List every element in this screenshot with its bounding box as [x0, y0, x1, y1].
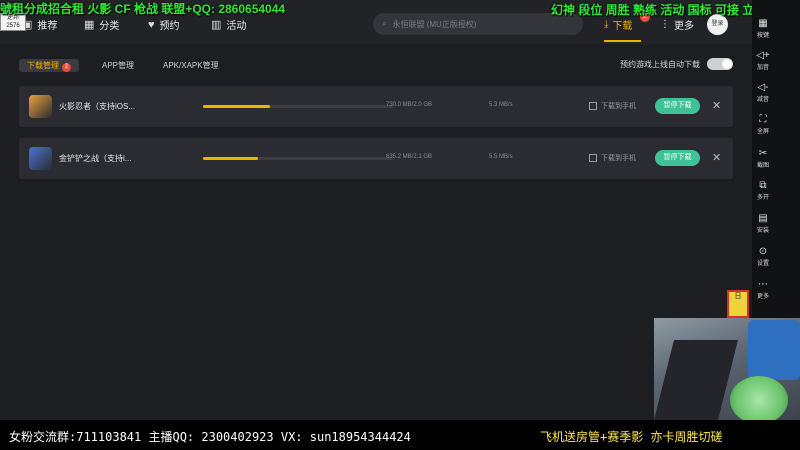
- overlay-ad-left: 號租分成招合租 火影 CF 枪战 联盟+QQ: 2860654044: [0, 2, 286, 16]
- nav-category[interactable]: ▦ 分类: [84, 17, 119, 32]
- sidebar-item-install[interactable]: ▤ 安装: [752, 213, 774, 234]
- multi-open-icon: ⧉: [759, 180, 767, 191]
- download-manage-badge: 2: [62, 63, 71, 72]
- nav-reserve-label: 预约: [159, 21, 180, 32]
- auto-download-label: 预约游戏上线自动下载: [620, 60, 700, 69]
- more-icon: ⋯: [758, 279, 768, 290]
- download-to-phone-label: 下载到手机: [601, 155, 636, 162]
- settings-icon: ⊙: [758, 246, 768, 257]
- download-size: 635.2 MB/2.1 GB: [386, 154, 433, 160]
- active-tab-indicator: [604, 40, 641, 42]
- sidebar-item-settings[interactable]: ⊙ 设置: [752, 246, 774, 267]
- sidebar-item-label: 全屏: [756, 129, 769, 135]
- subtab-apk-manage[interactable]: APK/XAPK管理: [163, 59, 219, 72]
- close-icon[interactable]: ✕: [712, 99, 721, 112]
- sidebar-item-more[interactable]: ⋯ 更多: [752, 279, 774, 300]
- download-to-phone-button[interactable]: 下载到手机: [589, 101, 636, 111]
- fullscreen-icon: ⛶: [759, 114, 767, 125]
- download-row: 金铲铲之战（支持i... 635.2 MB/2.1 GB 5.5 MB/s 下载…: [19, 138, 733, 179]
- download-icon: ⤓: [604, 19, 609, 30]
- heart-icon: ♥: [148, 18, 155, 31]
- keyboard-icon: ▦: [758, 18, 768, 29]
- overlay-promo-text: 飞机送房管+赛季影 亦卡周胜切磋: [540, 430, 723, 444]
- scissors-icon: ✂: [758, 148, 768, 159]
- overlay-ad-right: 幻神 段位 周胜 熟练 活动 国标 可接 立马打: [551, 3, 779, 17]
- volume-down-icon: ◁-: [757, 82, 769, 93]
- webcam-mousepad: [730, 376, 788, 424]
- sidebar-item-label: 加音: [756, 65, 769, 71]
- progress-fill: [203, 105, 270, 108]
- grid-icon: ▦: [84, 19, 95, 31]
- game-name: 金铲铲之战（支持i...: [59, 154, 132, 163]
- game-icon-tft[interactable]: [29, 147, 52, 170]
- stream-sticker: 日: [727, 290, 749, 318]
- webcam-keyboard: [654, 340, 738, 420]
- qr-code-icon: [589, 154, 597, 162]
- sidebar-item-screenshot[interactable]: ✂ 截图: [752, 148, 774, 169]
- close-icon[interactable]: ✕: [712, 151, 721, 164]
- tab-download-label: 下载: [612, 21, 633, 32]
- subtab-download-manage[interactable]: 下载管理 2: [19, 59, 79, 72]
- nav-activity-label: 活动: [226, 21, 247, 32]
- sidebar-item-label: 多开: [756, 195, 769, 201]
- download-to-phone-button[interactable]: 下载到手机: [589, 153, 636, 163]
- stream-logo-line2: 2576: [6, 23, 20, 29]
- nav-recommend[interactable]: ▣ 推荐: [22, 17, 57, 32]
- tab-download[interactable]: ⤓ 下载 2: [604, 12, 650, 32]
- volume-up-icon: ◁+: [756, 50, 770, 61]
- sidebar-item-volume-down[interactable]: ◁- 减音: [752, 82, 774, 103]
- qr-code-icon: [589, 102, 597, 110]
- auto-download-toggle[interactable]: [707, 58, 733, 70]
- search-placeholder: 永恒联盟 (MU正版授权): [392, 19, 477, 29]
- webcam-feed: [654, 318, 800, 424]
- emulator-window: ▣ 推荐 ▦ 分类 ♥ 预约 ▥ 活动 ⌕ 永恒联盟 (MU正版授权) ⤓ 下载…: [0, 0, 800, 450]
- nav-reserve[interactable]: ♥ 预约: [148, 17, 180, 33]
- download-speed: 5.3 MB/s: [489, 102, 513, 108]
- sidebar-item-label: 安装: [756, 228, 769, 234]
- toggle-knob: [722, 59, 732, 69]
- sidebar-item-keymap[interactable]: ▦ 按键: [752, 18, 774, 39]
- download-size: 730.0 MB/2.0 GB: [386, 102, 433, 108]
- download-speed: 5.5 MB/s: [489, 154, 513, 160]
- tab-more-label: 更多: [674, 21, 694, 32]
- pause-download-button[interactable]: 暂停下载: [655, 98, 700, 114]
- progress-fill: [203, 157, 259, 160]
- download-row: 火影忍者（支持iOS... 730.0 MB/2.0 GB 5.3 MB/s 下…: [19, 86, 733, 127]
- more-dots-icon: ⋮: [660, 19, 670, 30]
- nav-activity[interactable]: ▥ 活动: [211, 17, 246, 32]
- game-icon-naruto[interactable]: [29, 95, 52, 118]
- progress-track: [203, 105, 393, 108]
- subtab-app-manage[interactable]: APP管理: [102, 59, 134, 72]
- nav-recommend-label: 推荐: [37, 21, 58, 32]
- sidebar-item-label: 按键: [756, 33, 769, 39]
- pause-download-button[interactable]: 暂停下载: [655, 150, 700, 166]
- subtab-download-manage-label: 下载管理: [27, 61, 59, 70]
- sidebar-item-fullscreen[interactable]: ⛶ 全屏: [752, 114, 774, 135]
- webcam-arm: [748, 320, 800, 380]
- apk-install-icon: ▤: [758, 213, 768, 224]
- sidebar-item-multi-open[interactable]: ⧉ 多开: [752, 180, 774, 201]
- progress-track: [203, 157, 393, 160]
- overlay-contact-info: 女粉交流群:711103841 主播QQ: 2300402923 VX: sun…: [9, 430, 411, 444]
- sidebar-item-label: 减音: [756, 97, 769, 103]
- sidebar-item-label: 设置: [756, 261, 769, 267]
- tab-more[interactable]: ⋮ 更多: [660, 17, 694, 32]
- gift-icon: ▥: [211, 19, 222, 31]
- sidebar-item-label: 截图: [756, 163, 769, 169]
- download-to-phone-label: 下载到手机: [601, 103, 636, 110]
- search-icon: ⌕: [382, 19, 387, 28]
- bottom-overlay-bar: 女粉交流群:711103841 主播QQ: 2300402923 VX: sun…: [0, 420, 800, 450]
- nav-category-label: 分类: [99, 21, 120, 32]
- sidebar-item-label: 更多: [756, 294, 769, 300]
- sidebar-item-volume-up[interactable]: ◁+ 加音: [752, 50, 774, 71]
- game-name: 火影忍者（支持iOS...: [59, 102, 136, 111]
